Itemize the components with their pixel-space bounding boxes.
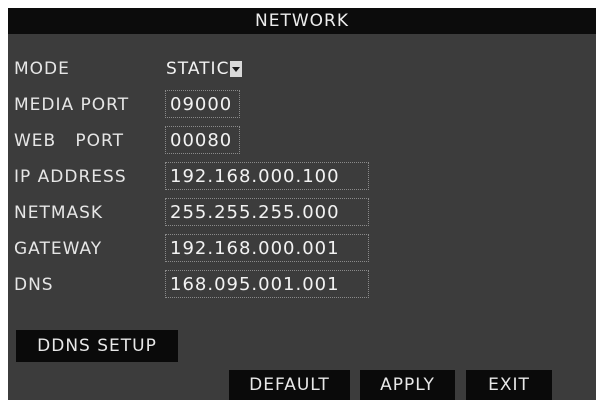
media-port-label: MEDIA PORT <box>14 95 130 115</box>
exit-button[interactable]: EXIT <box>466 370 552 400</box>
window-title: NETWORK <box>8 8 596 34</box>
ddns-setup-button[interactable]: DDNS SETUP <box>16 330 178 362</box>
dns-field[interactable]: 168.095.001.001 <box>165 270 369 298</box>
network-form-panel: MODE STATIC MEDIA PORT 09000 WEB PORT 00… <box>8 34 596 400</box>
mode-select[interactable]: STATIC <box>166 56 268 82</box>
dns-label: DNS <box>14 275 54 295</box>
default-button[interactable]: DEFAULT <box>229 370 350 400</box>
mode-label: MODE <box>14 59 70 79</box>
ip-address-field[interactable]: 192.168.000.100 <box>165 162 369 190</box>
web-port-label: WEB PORT <box>14 131 125 151</box>
media-port-field[interactable]: 09000 <box>165 90 240 118</box>
network-settings-window: NETWORK MODE STATIC MEDIA PORT 09000 WEB… <box>8 8 596 400</box>
ip-address-label: IP ADDRESS <box>14 167 127 187</box>
web-port-field[interactable]: 00080 <box>165 126 240 154</box>
mode-value: STATIC <box>166 59 230 79</box>
netmask-label: NETMASK <box>14 203 104 223</box>
apply-button[interactable]: APPLY <box>360 370 455 400</box>
gateway-label: GATEWAY <box>14 239 103 259</box>
netmask-field[interactable]: 255.255.255.000 <box>165 198 369 226</box>
chevron-down-icon[interactable] <box>230 61 243 77</box>
gateway-field[interactable]: 192.168.000.001 <box>165 234 369 262</box>
